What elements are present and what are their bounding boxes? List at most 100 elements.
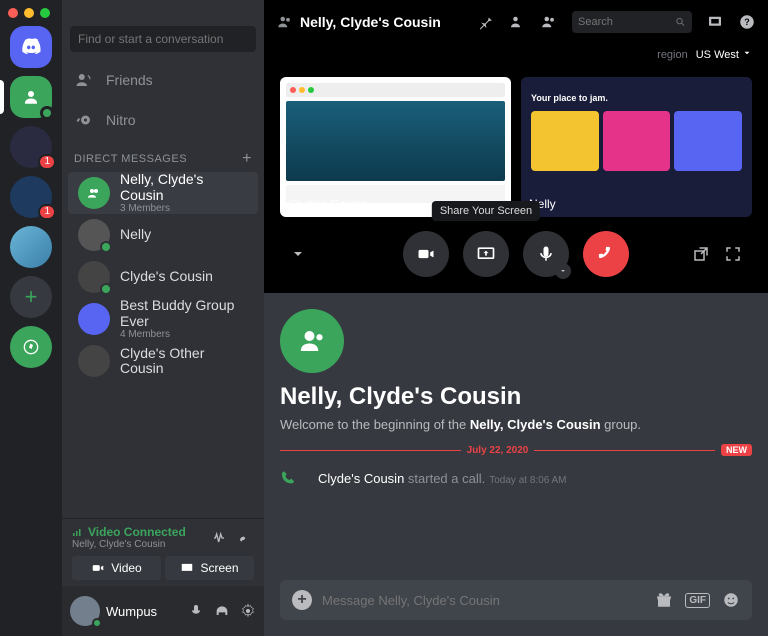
dm-best-buddy-group[interactable]: Best Buddy Group Ever 4 Members bbox=[68, 298, 258, 340]
person-icon bbox=[22, 88, 40, 106]
noise-suppression-button[interactable] bbox=[212, 530, 228, 546]
collapse-video-button[interactable] bbox=[290, 246, 306, 262]
emoji-button[interactable] bbox=[722, 591, 740, 609]
discord-logo-icon bbox=[20, 36, 42, 58]
add-server-button[interactable]: + bbox=[10, 276, 52, 318]
chevron-down-icon bbox=[742, 48, 752, 58]
region-row: region US West bbox=[264, 44, 768, 67]
conversation-search-input[interactable] bbox=[78, 32, 248, 46]
voice-status-panel: Video Connected Nelly, Clyde's Cousin Vi… bbox=[62, 518, 264, 586]
search-icon bbox=[675, 16, 686, 28]
toggle-camera-button[interactable] bbox=[403, 231, 449, 277]
online-dot bbox=[100, 283, 112, 295]
main-panel: Nelly, Clyde's Cousin ? region US West bbox=[264, 0, 768, 636]
minimize-window-dot[interactable] bbox=[24, 8, 34, 18]
nitro-nav[interactable]: Nitro bbox=[62, 100, 264, 140]
server-green-active[interactable] bbox=[10, 76, 52, 118]
friends-nav[interactable]: Friends bbox=[62, 60, 264, 100]
date-divider: July 22, 2020 NEW bbox=[280, 444, 752, 456]
maximize-window-dot[interactable] bbox=[40, 8, 50, 18]
search-box[interactable] bbox=[572, 11, 692, 33]
share-screen-button[interactable]: Share Your Screen bbox=[463, 231, 509, 277]
server-item-2[interactable]: 1 bbox=[10, 176, 52, 218]
friends-label: Friends bbox=[106, 72, 153, 88]
svg-text:?: ? bbox=[744, 17, 750, 27]
dm-clydes-other-cousin[interactable]: Clyde's Other Cousin bbox=[68, 340, 258, 382]
message-author: Clyde's Cousin bbox=[318, 471, 404, 486]
channel-title: Nelly, Clyde's Cousin bbox=[300, 14, 441, 30]
screen-share-icon bbox=[476, 244, 496, 264]
compass-icon bbox=[23, 339, 39, 355]
self-username: Wumpus bbox=[106, 604, 182, 619]
server-item-1[interactable]: 1 bbox=[10, 126, 52, 168]
dm-name: Nelly, Clyde's Cousin bbox=[120, 172, 248, 203]
conversation-search[interactable] bbox=[70, 26, 256, 52]
new-badge: NEW bbox=[721, 444, 752, 456]
video-tile-nelly[interactable]: Your place to jam. Nelly bbox=[521, 77, 752, 217]
region-selector[interactable]: US West bbox=[696, 48, 752, 61]
add-friends-icon[interactable] bbox=[508, 13, 526, 31]
window-traffic-lights[interactable] bbox=[8, 8, 50, 18]
toggle-mic-button[interactable] bbox=[523, 231, 569, 277]
home-button[interactable] bbox=[10, 26, 52, 68]
dm-name: Clyde's Cousin bbox=[120, 269, 213, 284]
message-action: started a call. bbox=[404, 471, 485, 486]
self-avatar[interactable] bbox=[70, 596, 100, 626]
dm-clydes-cousin[interactable]: Clyde's Cousin bbox=[68, 256, 258, 298]
mute-button[interactable] bbox=[188, 603, 204, 619]
tile-banner-text: Your place to jam. bbox=[531, 93, 742, 103]
dm-sub: 3 Members bbox=[120, 203, 248, 214]
unread-badge: 1 bbox=[38, 154, 56, 170]
video-button[interactable]: Video bbox=[72, 556, 161, 580]
help-icon[interactable]: ? bbox=[738, 13, 756, 31]
disconnect-button[interactable] bbox=[238, 530, 254, 546]
signal-icon bbox=[72, 526, 84, 538]
search-input[interactable] bbox=[578, 16, 675, 28]
inbox-icon[interactable] bbox=[706, 13, 724, 31]
online-status-dot bbox=[40, 106, 54, 120]
video-tile-clydes-cousin[interactable]: Clyde's Cousin bbox=[280, 77, 511, 217]
screen-icon bbox=[180, 561, 194, 575]
gift-button[interactable] bbox=[655, 591, 673, 609]
channel-sidebar: Friends Nitro DIRECT MESSAGES + Nelly, C… bbox=[62, 0, 264, 636]
unread-badge: 1 bbox=[38, 204, 56, 220]
deafen-button[interactable] bbox=[214, 603, 230, 619]
members-icon[interactable] bbox=[540, 13, 558, 31]
dm-name: Nelly bbox=[120, 227, 151, 242]
server-item-3[interactable] bbox=[10, 226, 52, 268]
people-icon bbox=[86, 185, 102, 201]
group-avatar bbox=[78, 303, 110, 335]
pin-icon[interactable] bbox=[476, 13, 494, 31]
online-dot bbox=[100, 241, 112, 253]
gif-button[interactable]: GIF bbox=[685, 593, 710, 608]
popout-button[interactable] bbox=[692, 245, 710, 263]
call-started-message: Clyde's Cousin started a call. Today at 8… bbox=[280, 464, 752, 492]
leave-call-button[interactable] bbox=[583, 231, 629, 277]
screen-button[interactable]: Screen bbox=[165, 556, 254, 580]
explore-servers-button[interactable] bbox=[10, 326, 52, 368]
tooltip: Share Your Screen bbox=[432, 201, 540, 221]
dm-name: Best Buddy Group Ever bbox=[120, 298, 248, 329]
message-composer[interactable]: + GIF bbox=[280, 580, 752, 620]
dm-section-header: DIRECT MESSAGES + bbox=[62, 140, 264, 172]
dm-nelly[interactable]: Nelly bbox=[68, 214, 258, 256]
message-input[interactable] bbox=[322, 593, 645, 608]
user-avatar bbox=[78, 261, 110, 293]
group-dm-icon bbox=[297, 326, 327, 356]
fullscreen-button[interactable] bbox=[724, 245, 742, 263]
group-icon bbox=[276, 13, 294, 31]
create-dm-button[interactable]: + bbox=[242, 150, 252, 168]
nitro-icon bbox=[74, 111, 94, 129]
message-time: Today at 8:06 AM bbox=[489, 475, 566, 486]
user-avatar bbox=[78, 345, 110, 377]
server-rail: 1 1 + bbox=[0, 0, 62, 636]
welcome-title: Nelly, Clyde's Cousin bbox=[280, 383, 752, 411]
attach-button[interactable]: + bbox=[292, 590, 312, 610]
settings-button[interactable] bbox=[240, 603, 256, 619]
voice-status-label: Video Connected bbox=[88, 525, 186, 539]
dm-name: Clyde's Other Cousin bbox=[120, 346, 248, 377]
mic-dropdown-button[interactable] bbox=[555, 263, 571, 279]
close-window-dot[interactable] bbox=[8, 8, 18, 18]
dm-group-nelly-clyde[interactable]: Nelly, Clyde's Cousin 3 Members bbox=[68, 172, 258, 214]
region-label: region bbox=[657, 49, 688, 61]
